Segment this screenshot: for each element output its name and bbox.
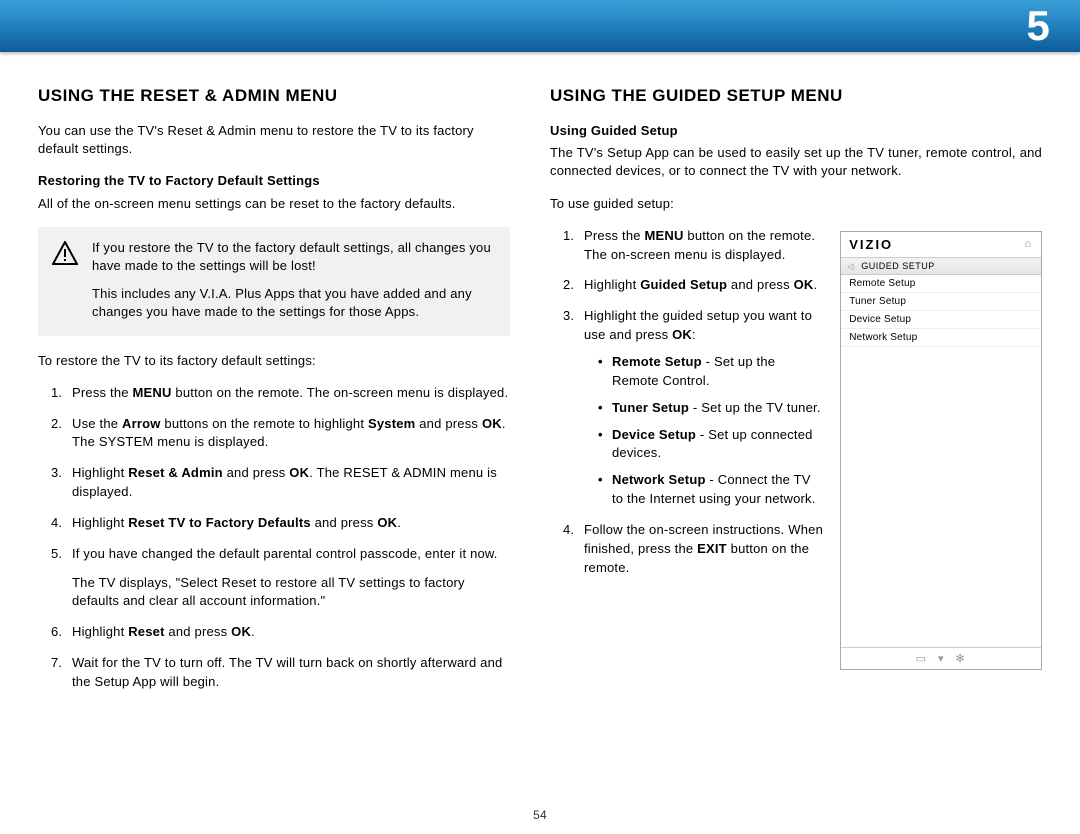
osd-breadcrumb: GUIDED SETUP xyxy=(841,258,1041,275)
guided-intro: The TV's Setup App can be used to easily… xyxy=(550,144,1042,180)
heading-reset-admin: USING THE RESET & ADMIN MENU xyxy=(38,86,510,106)
warning-note: If you restore the TV to the factory def… xyxy=(38,227,510,336)
warning-text: If you restore the TV to the factory def… xyxy=(92,239,496,322)
note-line1: If you restore the TV to the factory def… xyxy=(92,239,496,275)
osd-menu-list: Remote Setup Tuner Setup Device Setup Ne… xyxy=(841,275,1041,347)
restoring-text: All of the on-screen menu settings can b… xyxy=(38,195,510,213)
osd-item: Network Setup xyxy=(841,329,1041,347)
right-column: USING THE GUIDED SETUP MENU Using Guided… xyxy=(550,86,1042,704)
wide-icon: ▭ xyxy=(916,652,928,665)
reset-intro: You can use the TV's Reset & Admin menu … xyxy=(38,122,510,158)
chevron-down-icon: ▾ xyxy=(938,652,946,665)
home-icon: ⌂ xyxy=(1024,238,1033,250)
osd-item: Device Setup xyxy=(841,311,1041,329)
step-3: Highlight Reset & Admin and press OK. Th… xyxy=(66,464,510,502)
warning-icon xyxy=(52,241,78,265)
step-4: Highlight Reset TV to Factory Defaults a… xyxy=(66,514,510,533)
restore-steps: Press the MENU button on the remote. The… xyxy=(38,384,510,692)
osd-item: Remote Setup xyxy=(841,275,1041,293)
gstep-2: Highlight Guided Setup and press OK. xyxy=(578,276,824,295)
osd-item: Tuner Setup xyxy=(841,293,1041,311)
chapter-header: 5 xyxy=(0,0,1080,52)
osd-titlebar: VIZIO ⌂ xyxy=(841,232,1041,258)
chapter-number: 5 xyxy=(1026,2,1050,50)
gstep-3: Highlight the guided setup you want to u… xyxy=(578,307,824,509)
note-line2: This includes any V.I.A. Plus Apps that … xyxy=(92,285,496,321)
subhead-restoring: Restoring the TV to Factory Default Sett… xyxy=(38,172,510,190)
guided-steps: Press the MENU button on the remote. The… xyxy=(550,227,824,578)
gstep-1: Press the MENU button on the remote. The… xyxy=(578,227,824,265)
page-content: USING THE RESET & ADMIN MENU You can use… xyxy=(0,52,1080,704)
guided-instructions: Press the MENU button on the remote. The… xyxy=(550,227,824,590)
restore-lead: To restore the TV to its factory default… xyxy=(38,352,510,370)
osd-footer: ▭ ▾ ✻ xyxy=(841,647,1041,669)
heading-guided-setup: USING THE GUIDED SETUP MENU xyxy=(550,86,1042,106)
step-5: If you have changed the default parental… xyxy=(66,545,510,612)
left-column: USING THE RESET & ADMIN MENU You can use… xyxy=(38,86,510,704)
step-6: Highlight Reset and press OK. xyxy=(66,623,510,642)
osd-empty-space xyxy=(841,347,1041,647)
opt-device: Device Setup - Set up connected devices. xyxy=(598,426,824,464)
gear-icon: ✻ xyxy=(955,652,966,665)
opt-remote: Remote Setup - Set up the Remote Control… xyxy=(598,353,824,391)
subhead-guided: Using Guided Setup xyxy=(550,122,1042,140)
step-1: Press the MENU button on the remote. The… xyxy=(66,384,510,403)
guided-lead: To use guided setup: xyxy=(550,195,1042,213)
page-number: 54 xyxy=(0,808,1080,822)
opt-network: Network Setup - Connect the TV to the In… xyxy=(598,471,824,509)
setup-options: Remote Setup - Set up the Remote Control… xyxy=(584,353,824,509)
step-5-after: The TV displays, "Select Reset to restor… xyxy=(72,574,510,612)
gstep-4: Follow the on-screen instructions. When … xyxy=(578,521,824,578)
step-7: Wait for the TV to turn off. The TV will… xyxy=(66,654,510,692)
step-2: Use the Arrow buttons on the remote to h… xyxy=(66,415,510,453)
osd-panel: VIZIO ⌂ GUIDED SETUP Remote Setup Tuner … xyxy=(840,231,1042,670)
opt-tuner: Tuner Setup - Set up the TV tuner. xyxy=(598,399,824,418)
osd-brand: VIZIO xyxy=(849,237,893,252)
